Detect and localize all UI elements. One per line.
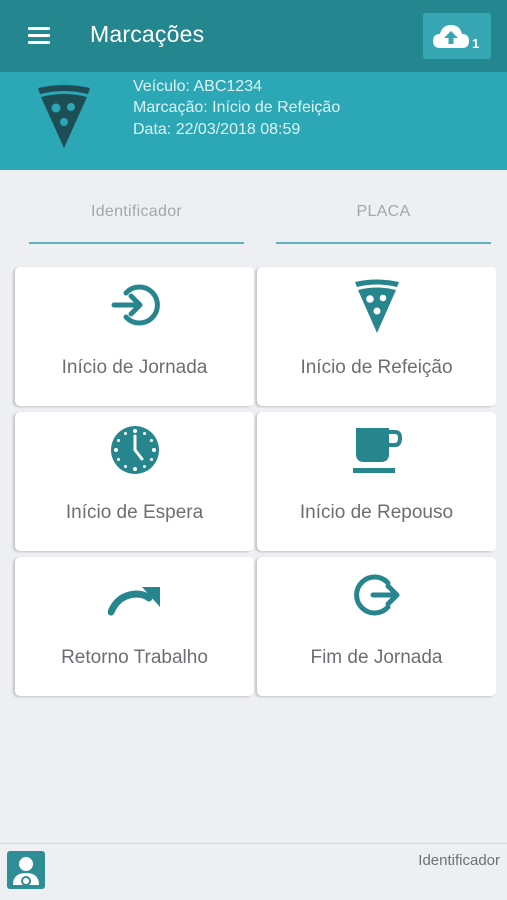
upload-count-badge: 1 [472, 36, 480, 51]
login-arrow-icon [15, 279, 254, 331]
date-text: Data: 22/03/2018 08:59 [133, 121, 301, 138]
start-journey-button[interactable]: Início de Jornada [15, 267, 254, 406]
start-meal-button[interactable]: Início de Refeição [257, 267, 496, 406]
footer-divider [0, 843, 507, 844]
plate-underline [276, 242, 491, 244]
pizza-slice-icon [38, 85, 90, 148]
start-rest-button[interactable]: Início de Repouso [257, 412, 496, 551]
identifier-underline [29, 242, 244, 244]
identifier-field[interactable]: Identificador [29, 190, 244, 244]
page-title: Marcações [90, 21, 205, 47]
upload-button[interactable]: 1 [423, 13, 491, 59]
vehicle-text: Veículo: ABC1234 [133, 78, 262, 95]
return-work-label: Retorno Trabalho [61, 647, 208, 668]
cloud-upload-icon [433, 25, 469, 48]
return-work-button[interactable]: Retorno Trabalho [15, 557, 254, 696]
marking-text: Marcação: Início de Refeição [133, 99, 341, 116]
pizza-slice-icon [257, 279, 496, 333]
driver-avatar-button[interactable] [7, 851, 45, 889]
coffee-cup-icon [257, 424, 496, 476]
last-marking-banner: Veículo: ABC1234 Marcação: Início de Ref… [0, 72, 507, 170]
end-journey-button[interactable]: Fim de Jornada [257, 557, 496, 696]
driver-avatar-icon [13, 857, 39, 886]
start-wait-label: Início de Espera [65, 502, 204, 523]
plate-placeholder: PLACA [356, 203, 411, 220]
footer-identifier-label: Identificador [418, 852, 500, 869]
start-journey-label: Início de Jornada [61, 357, 208, 378]
plate-field[interactable]: PLACA [276, 190, 491, 244]
end-journey-label: Fim de Jornada [310, 647, 443, 668]
menu-button[interactable] [22, 22, 56, 50]
app-bar: Marcações 1 [0, 0, 507, 72]
clock-icon [15, 424, 254, 476]
logout-arrow-icon [257, 569, 496, 621]
start-meal-label: Início de Refeição [300, 357, 453, 378]
start-wait-button[interactable]: Início de Espera [15, 412, 254, 551]
start-rest-label: Início de Repouso [299, 502, 454, 523]
identifier-placeholder: Identificador [90, 203, 183, 220]
redo-arrow-icon [15, 569, 254, 621]
